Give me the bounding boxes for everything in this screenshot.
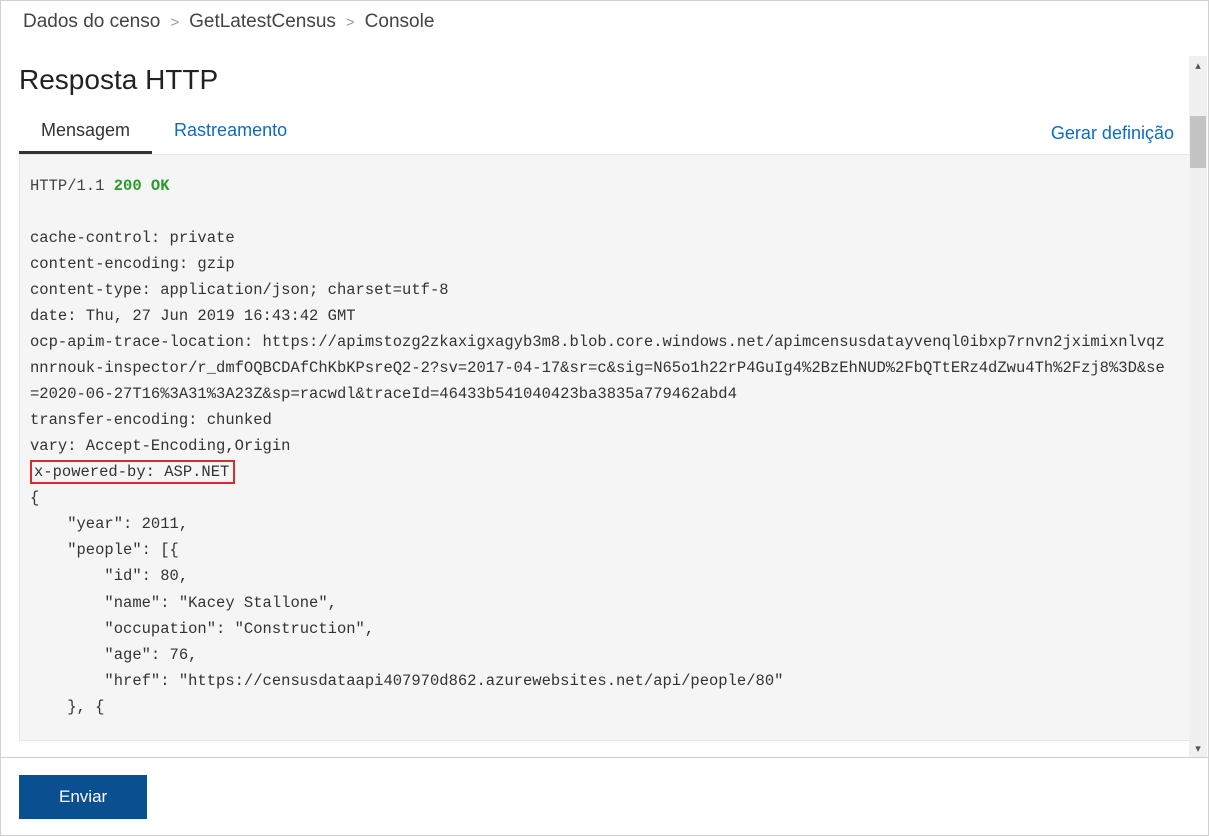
breadcrumb-item[interactable]: Dados do censo <box>23 11 160 33</box>
response-body-line: }, { <box>30 694 1179 720</box>
generate-definition-link[interactable]: Gerar definição <box>1051 123 1190 154</box>
blank-line <box>30 199 1179 225</box>
response-header-line: nnrnouk-inspector/r_dmfOQBCDAfChKbKPsreQ… <box>30 355 1179 381</box>
breadcrumb-item[interactable]: Console <box>365 11 435 33</box>
response-header-line: content-type: application/json; charset=… <box>30 277 1179 303</box>
http-status-line: HTTP/1.1 200 OK <box>30 173 1179 199</box>
scroll-down-arrow-icon[interactable]: ▾ <box>1189 739 1207 757</box>
response-body-line: "year": 2011, <box>30 511 1179 537</box>
response-body-line: "age": 76, <box>30 642 1179 668</box>
footer-bar: Enviar <box>1 757 1208 835</box>
chevron-right-icon: > <box>346 14 355 31</box>
response-body-line: "id": 80, <box>30 563 1179 589</box>
tab-trace[interactable]: Rastreamento <box>152 112 309 154</box>
scrollbar-thumb[interactable] <box>1190 116 1206 168</box>
response-header-line: vary: Accept-Encoding,Origin <box>30 433 1179 459</box>
response-body-line: "name": "Kacey Stallone", <box>30 590 1179 616</box>
response-body-line: { <box>30 485 1179 511</box>
response-header-line: date: Thu, 27 Jun 2019 16:43:42 GMT <box>30 303 1179 329</box>
response-header-line: =2020-06-27T16%3A31%3A23Z&sp=racwdl&trac… <box>30 381 1179 407</box>
response-header-line: cache-control: private <box>30 225 1179 251</box>
vertical-scrollbar[interactable]: ▴ ▾ <box>1189 56 1207 757</box>
response-header-line: transfer-encoding: chunked <box>30 407 1179 433</box>
response-body-line: "people": [{ <box>30 537 1179 563</box>
response-body-line: "href": "https://censusdataapi407970d862… <box>30 668 1179 694</box>
response-header-line: content-encoding: gzip <box>30 251 1179 277</box>
scroll-up-arrow-icon[interactable]: ▴ <box>1189 56 1207 74</box>
chevron-right-icon: > <box>170 14 179 31</box>
content-scroll-region: Resposta HTTP Mensagem Rastreamento Gera… <box>1 56 1208 757</box>
highlighted-header: x-powered-by: ASP.NET <box>30 460 235 484</box>
response-header-line: ocp-apim-trace-location: https://apimsto… <box>30 329 1179 355</box>
page-title: Resposta HTTP <box>19 64 1190 96</box>
send-button[interactable]: Enviar <box>19 775 147 819</box>
tab-bar: Mensagem Rastreamento Gerar definição <box>19 114 1190 154</box>
response-body-line: "occupation": "Construction", <box>30 616 1179 642</box>
tab-message[interactable]: Mensagem <box>19 112 152 154</box>
http-response-content: HTTP/1.1 200 OK cache-control: privateco… <box>19 154 1190 741</box>
breadcrumb-item[interactable]: GetLatestCensus <box>189 11 336 33</box>
breadcrumb: Dados do censo > GetLatestCensus > Conso… <box>1 1 1208 41</box>
highlighted-header-line: x-powered-by: ASP.NET <box>30 459 1179 485</box>
